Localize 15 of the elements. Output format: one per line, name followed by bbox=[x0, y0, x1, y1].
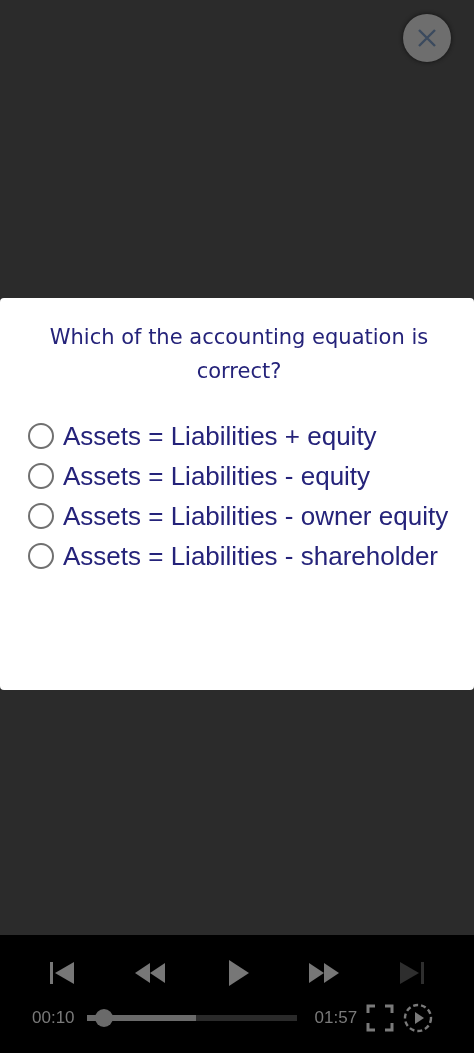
option-label[interactable]: Assets = Liabilities + equity bbox=[63, 420, 377, 452]
fullscreen-icon[interactable] bbox=[365, 1003, 396, 1033]
close-button[interactable] bbox=[403, 14, 451, 62]
elapsed-time: 00:10 bbox=[32, 1007, 75, 1030]
radio-button[interactable] bbox=[28, 423, 54, 449]
duration-time: 01:57 bbox=[314, 1007, 358, 1030]
close-icon bbox=[416, 27, 438, 49]
play-circle-icon[interactable] bbox=[403, 1003, 434, 1033]
radio-button[interactable] bbox=[28, 463, 54, 489]
question-text: Which of the accounting equation is correct? bbox=[48, 324, 430, 385]
option-label[interactable]: Assets = Liabilities - owner equity bbox=[63, 500, 449, 532]
option-label[interactable]: Assets = Liabilities - shareholder bbox=[63, 540, 439, 572]
option-label[interactable]: Assets = Liabilities - equity bbox=[63, 460, 371, 492]
radio-button[interactable] bbox=[28, 543, 54, 569]
radio-button[interactable] bbox=[28, 503, 54, 529]
